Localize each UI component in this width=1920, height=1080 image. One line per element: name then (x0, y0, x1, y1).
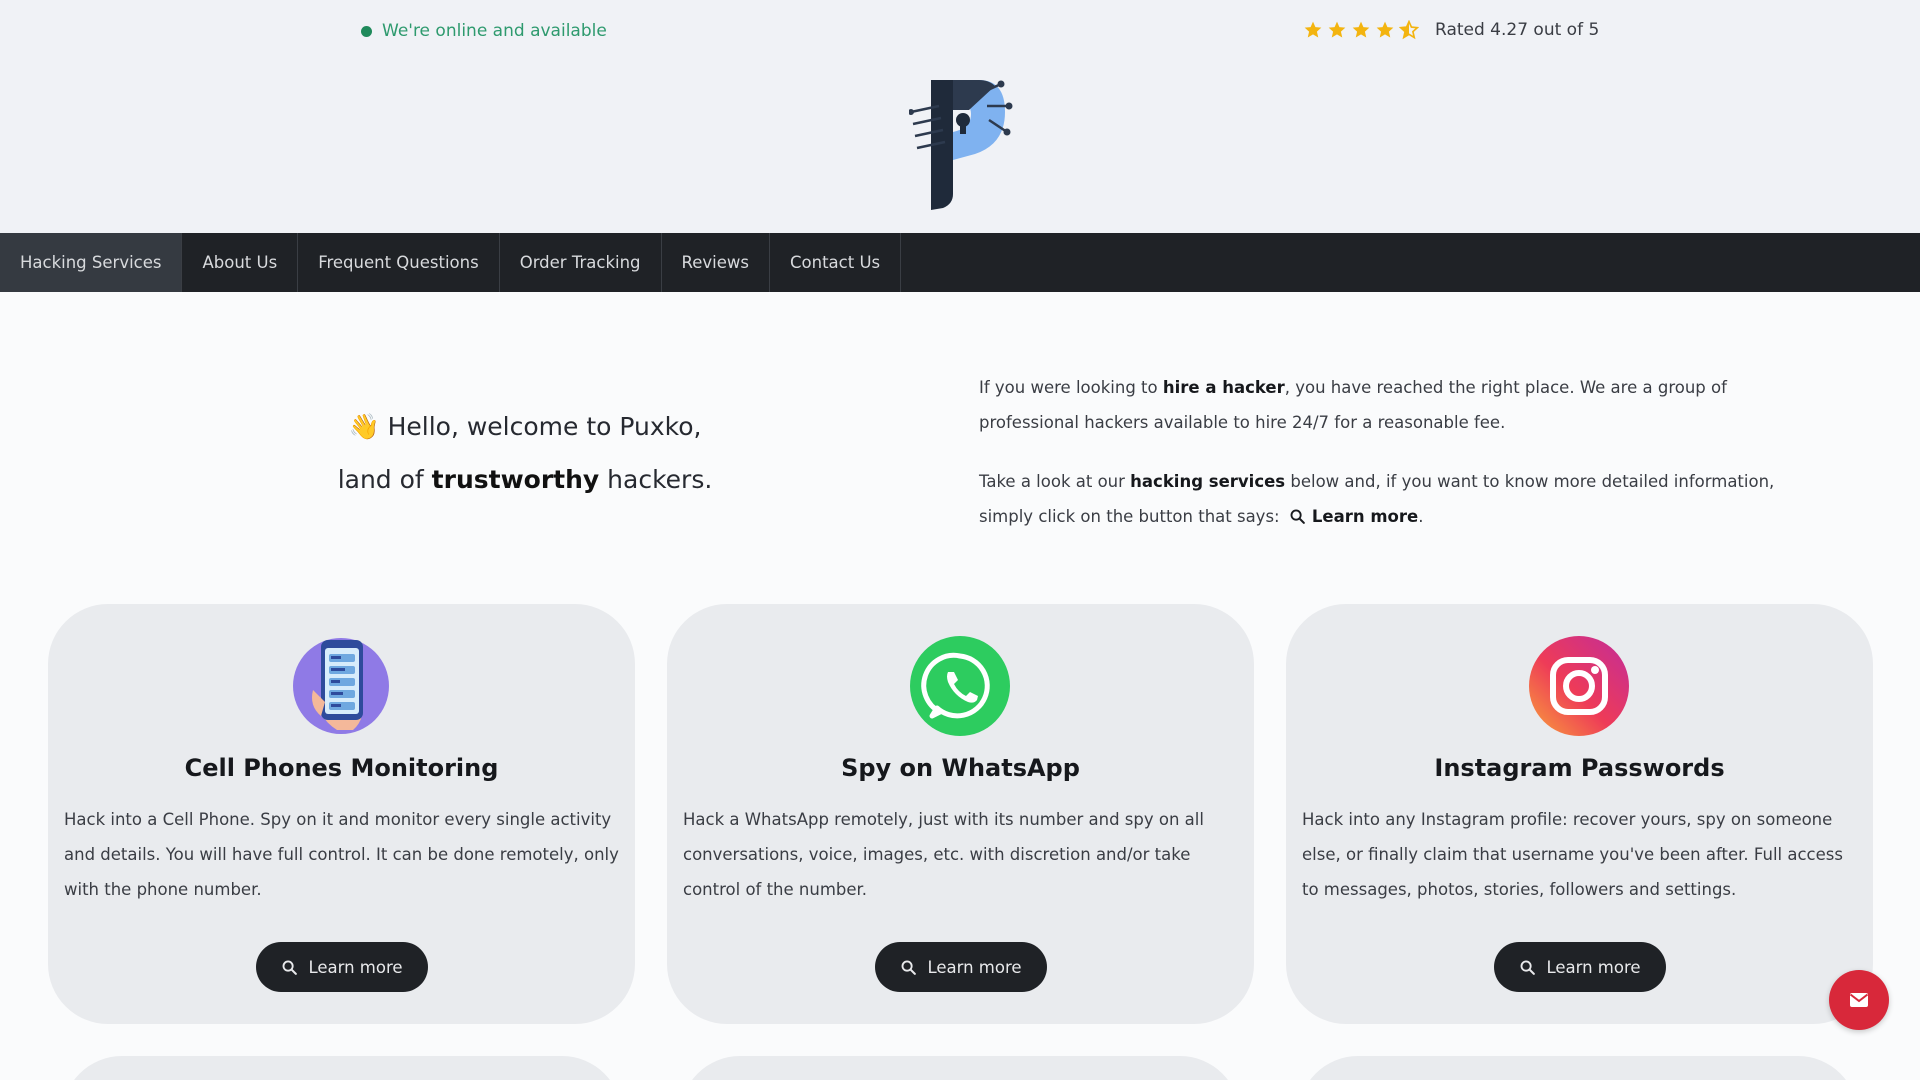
instagram-icon (1529, 636, 1629, 736)
intro-text: If you were looking to hire a hacker, yo… (979, 370, 1819, 534)
nav-item-contact-us[interactable]: Contact Us (770, 233, 902, 292)
intro-p2-pre: Take a look at our (979, 472, 1131, 491)
rating-stars (1303, 20, 1419, 40)
learn-more-button[interactable]: Learn more (1494, 942, 1666, 992)
intro-p1-bold: hire a hacker (1162, 378, 1285, 397)
online-status-text: We're online and available (382, 21, 607, 41)
star-icon (1376, 21, 1394, 38)
star-icon (1328, 21, 1346, 38)
star-half-icon (1399, 20, 1419, 40)
online-status: We're online and available (361, 21, 607, 41)
star-icon (1352, 21, 1370, 38)
puxko-logo-icon[interactable] (909, 76, 1013, 210)
top-header: We're online and available Rated 4.27 ou… (0, 0, 1920, 233)
nav-item-frequent-questions[interactable]: Frequent Questions (298, 233, 500, 292)
star-icon (1304, 21, 1322, 38)
site-rating: Rated 4.27 out of 5 (1303, 20, 1599, 40)
service-card-peek (680, 1056, 1240, 1080)
card-title: Instagram Passwords (1434, 754, 1725, 782)
learn-more-label: Learn more (1546, 957, 1641, 977)
nav-item-about-us[interactable]: About Us (182, 233, 299, 292)
welcome-line-1: 👋 Hello, welcome to Puxko, (300, 400, 750, 453)
main-nav: Hacking Services About Us Frequent Quest… (0, 233, 1920, 292)
welcome-line-2: land of trustworthy hackers. (300, 453, 750, 506)
intro-p2-bold: hacking services (1130, 472, 1286, 491)
learn-more-button[interactable]: Learn more (875, 942, 1047, 992)
welcome-heading: 👋 Hello, welcome to Puxko, land of trust… (300, 400, 750, 506)
intro-paragraph-2: Take a look at our hacking services belo… (979, 464, 1819, 534)
search-icon (901, 960, 917, 975)
mail-icon (1849, 993, 1869, 1007)
card-description: Hack into any Instagram profile: recover… (1302, 810, 1843, 899)
intro-p2-end: . (1418, 507, 1424, 526)
search-icon (1290, 509, 1305, 524)
waving-hand-icon: 👋 (348, 412, 380, 441)
intro-learn-more: Learn more (1311, 507, 1419, 526)
service-card-cell-phones: Cell Phones Monitoring Hack into a Cell … (48, 604, 635, 1024)
learn-more-button[interactable]: Learn more (256, 942, 428, 992)
learn-more-label: Learn more (927, 957, 1022, 977)
learn-more-label: Learn more (308, 957, 403, 977)
welcome-line-2-pre: land of (337, 465, 432, 494)
welcome-line-2-bold: trustworthy (431, 465, 600, 494)
service-card-whatsapp: Spy on WhatsApp Hack a WhatsApp remotely… (667, 604, 1254, 1024)
intro-p1-pre: If you were looking to (979, 378, 1163, 397)
nav-item-order-tracking[interactable]: Order Tracking (500, 233, 662, 292)
search-icon (1520, 960, 1536, 975)
nav-item-reviews[interactable]: Reviews (662, 233, 770, 292)
service-card-peek (62, 1056, 622, 1080)
card-description: Hack into a Cell Phone. Spy on it and mo… (64, 810, 619, 899)
intro-paragraph-1: If you were looking to hire a hacker, yo… (979, 370, 1819, 440)
online-dot-icon (361, 25, 372, 37)
contact-mail-button[interactable] (1829, 970, 1889, 1030)
search-icon (282, 960, 298, 975)
welcome-line-2-post: hackers. (599, 465, 713, 494)
welcome-line-1-text: Hello, welcome to Puxko, (387, 412, 702, 441)
service-card-peek (1298, 1056, 1858, 1080)
phone-monitoring-icon (293, 638, 389, 734)
card-title: Spy on WhatsApp (841, 754, 1080, 782)
service-card-instagram: Instagram Passwords Hack into any Instag… (1286, 604, 1873, 1024)
card-description: Hack a WhatsApp remotely, just with its … (683, 810, 1204, 899)
card-title: Cell Phones Monitoring (184, 754, 499, 782)
nav-item-hacking-services[interactable]: Hacking Services (0, 233, 183, 292)
whatsapp-icon (910, 636, 1010, 736)
rating-text: Rated 4.27 out of 5 (1435, 20, 1600, 40)
